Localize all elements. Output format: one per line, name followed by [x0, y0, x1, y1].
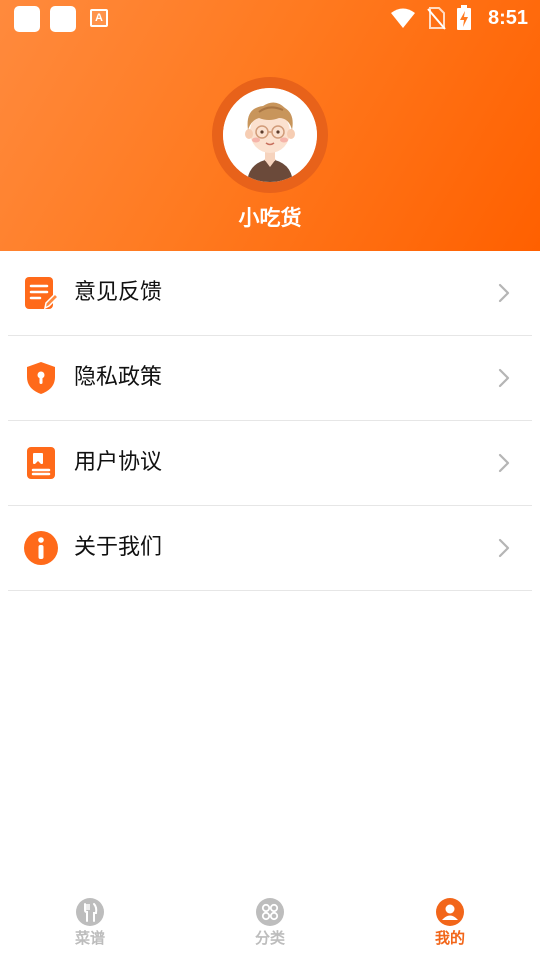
tab-label: 菜谱 [74, 929, 105, 947]
battery-charging-icon [456, 5, 471, 30]
chevron-right-icon [498, 538, 510, 558]
cartoon-boy-avatar-icon [223, 88, 317, 182]
profile-header: A 8:51 小吃货 [0, 0, 540, 251]
fork-knife-icon [76, 898, 104, 926]
status-bar: A 8:51 [0, 0, 540, 36]
tab-categories[interactable]: 分类 [180, 888, 360, 960]
profile-page: A 8:51 小吃货 意见反馈 隐私政策 用户协议 关于我们 菜谱 分类 我的 [0, 0, 540, 960]
app-notification-icon: A [90, 9, 108, 27]
user-agreement-document-icon [27, 447, 55, 479]
tab-label: 分类 [254, 929, 285, 947]
avatar[interactable] [223, 88, 317, 182]
wifi-icon [390, 8, 415, 28]
tab-profile[interactable]: 我的 [360, 888, 540, 960]
notification-box-icon [14, 6, 40, 32]
privacy-shield-icon [27, 362, 55, 394]
about-info-icon [24, 531, 58, 565]
menu-item-label: 用户协议 [74, 450, 163, 475]
tab-recipes[interactable]: 菜谱 [0, 888, 180, 960]
no-sim-icon [427, 7, 446, 30]
settings-menu: 意见反馈 隐私政策 用户协议 关于我们 [0, 251, 540, 591]
menu-item-privacy-policy[interactable]: 隐私政策 [8, 336, 532, 421]
category-grid-icon [256, 898, 284, 926]
menu-item-label: 意见反馈 [74, 280, 163, 305]
menu-item-label: 关于我们 [74, 535, 163, 560]
menu-item-user-agreement[interactable]: 用户协议 [8, 421, 532, 506]
profile-user-icon [436, 898, 464, 926]
menu-item-label: 隐私政策 [74, 365, 163, 390]
chevron-right-icon [498, 368, 510, 388]
menu-item-feedback[interactable]: 意见反馈 [8, 251, 532, 336]
chevron-right-icon [498, 283, 510, 303]
username: 小吃货 [238, 206, 302, 230]
bottom-navigation: 菜谱 分类 我的 [0, 888, 540, 960]
notification-box-icon [50, 6, 76, 32]
chevron-right-icon [498, 453, 510, 473]
avatar-frame[interactable] [212, 77, 328, 193]
status-time: 8:51 [487, 6, 528, 29]
menu-item-about-us[interactable]: 关于我们 [8, 506, 532, 591]
tab-label: 我的 [434, 929, 465, 947]
feedback-edit-icon [25, 277, 59, 310]
